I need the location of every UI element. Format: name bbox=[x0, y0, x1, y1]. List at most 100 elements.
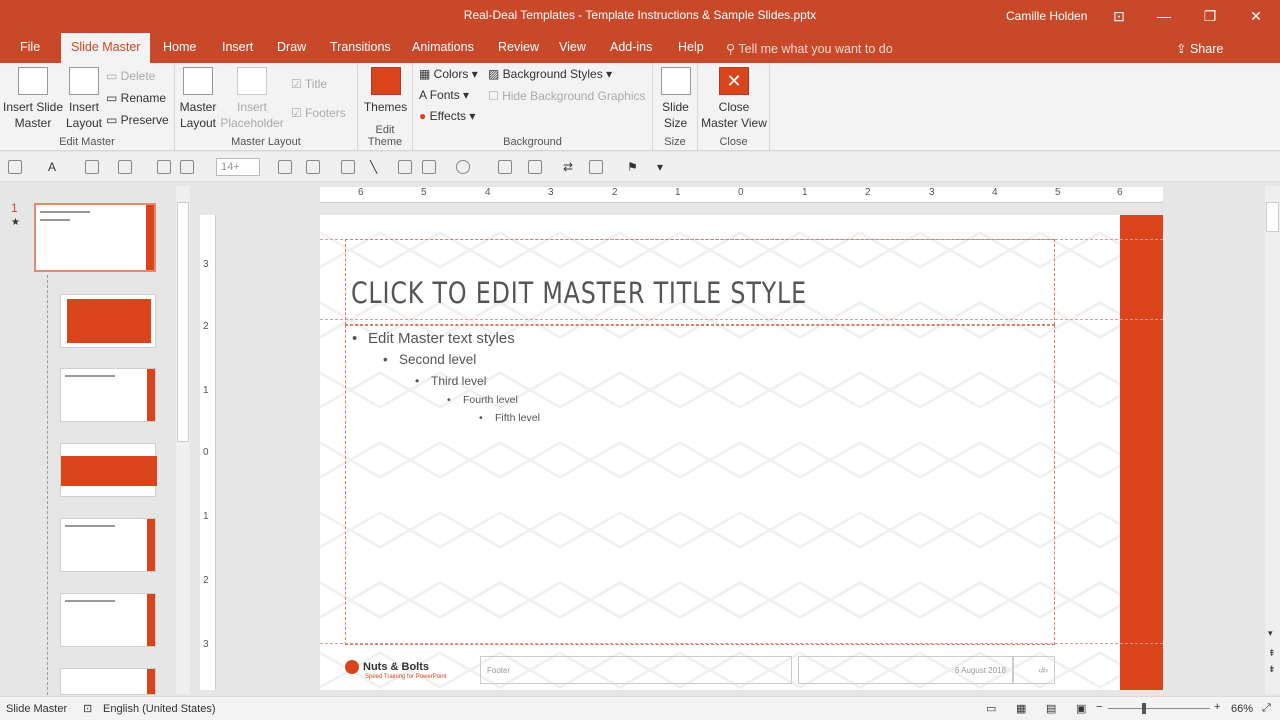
fit-slide-icon[interactable]: ⤢ bbox=[1262, 702, 1271, 715]
tab-draw[interactable]: Draw bbox=[277, 40, 306, 54]
crop-icon[interactable]: ⇄ bbox=[563, 160, 577, 174]
tab-transitions[interactable]: Transitions bbox=[330, 40, 391, 54]
insert-slide-master-button[interactable]: Insert Slide Master bbox=[2, 67, 64, 131]
tab-help[interactable]: Help bbox=[678, 40, 704, 54]
fonts-icon: A bbox=[419, 88, 430, 102]
font-color-icon[interactable]: A bbox=[48, 160, 62, 174]
ruler-label: 1 bbox=[203, 511, 209, 522]
edit-theme-label: Edit Theme bbox=[367, 124, 403, 148]
checkbox-icon: ☑ bbox=[291, 77, 305, 91]
ruler-label: 2 bbox=[203, 321, 209, 332]
zoom-slider[interactable] bbox=[1108, 703, 1210, 714]
prev-slide-icon[interactable]: ⇞ bbox=[1268, 648, 1276, 659]
line-icon[interactable]: ╲ bbox=[370, 160, 384, 174]
table-icon[interactable] bbox=[528, 160, 542, 174]
align-center-icon[interactable] bbox=[306, 160, 320, 174]
font-size-box[interactable]: 14+ bbox=[216, 158, 260, 176]
tab-insert[interactable]: Insert bbox=[222, 40, 253, 54]
close-master-view-button[interactable]: ✕ Close Master View bbox=[700, 67, 768, 131]
user-name[interactable]: Camille Holden bbox=[1006, 9, 1087, 23]
footers-checkbox-label: Footers bbox=[305, 106, 346, 120]
layout-thumbnail-3[interactable] bbox=[60, 443, 157, 497]
slide-sorter-icon[interactable]: ▦ bbox=[1016, 702, 1026, 715]
proofing-icon[interactable]: ⊡ bbox=[83, 702, 92, 715]
colors-dropdown[interactable]: ▦ Colors ▾ bbox=[419, 67, 478, 81]
delete-button[interactable]: ▭ Delete bbox=[106, 69, 155, 83]
share-button[interactable]: ⇪ Share bbox=[1176, 41, 1223, 56]
ruler-label: 1 bbox=[675, 187, 681, 198]
tab-view[interactable]: View bbox=[559, 40, 586, 54]
slide-size-button[interactable]: Slide Size bbox=[655, 67, 696, 131]
outline-icon[interactable] bbox=[118, 160, 132, 174]
layout-thumbnail-5[interactable] bbox=[60, 593, 156, 647]
tab-slide-master[interactable]: Slide Master bbox=[61, 33, 151, 63]
date-placeholder[interactable]: 6 August 2018 bbox=[798, 656, 1013, 684]
format-painter-icon[interactable] bbox=[8, 160, 22, 174]
ribbon-display-icon[interactable]: ⊡ bbox=[1104, 4, 1134, 28]
footer-placeholder[interactable]: Footer bbox=[480, 656, 792, 684]
reading-view-icon[interactable]: ▤ bbox=[1046, 702, 1056, 715]
slide-scrollbar[interactable]: ▾ ⇞ ⇟ bbox=[1265, 186, 1280, 694]
picture-icon[interactable] bbox=[589, 160, 603, 174]
rectangle-icon[interactable] bbox=[341, 160, 355, 174]
footers-checkbox[interactable]: ☑ Footers bbox=[291, 106, 346, 120]
align-left-icon[interactable] bbox=[278, 160, 292, 174]
tab-add-ins[interactable]: Add-ins bbox=[610, 40, 652, 54]
checkbox-icon: ☐ bbox=[488, 89, 503, 103]
close-button[interactable]: ✕ bbox=[1241, 4, 1271, 28]
slide-canvas[interactable]: CLICK TO EDIT MASTER TITLE STYLE Edit Ma… bbox=[320, 215, 1163, 690]
slideshow-icon[interactable]: ▣ bbox=[1076, 702, 1086, 715]
layout-thumbnail-4[interactable] bbox=[60, 518, 156, 572]
minimize-button[interactable]: — bbox=[1149, 4, 1179, 28]
hide-background-checkbox[interactable]: ☐ Hide Background Graphics bbox=[488, 89, 646, 103]
themes-button[interactable]: Themes bbox=[363, 67, 408, 115]
thumbnail-scrollbar[interactable] bbox=[176, 186, 190, 694]
layout-thumbnail-1[interactable] bbox=[60, 294, 156, 348]
slide-number-placeholder[interactable]: ‹#› bbox=[1013, 656, 1055, 684]
master-layout-button[interactable]: Master Layout bbox=[177, 67, 219, 131]
columns-icon[interactable] bbox=[157, 160, 171, 174]
ruler-label: 4 bbox=[992, 187, 998, 198]
scroll-down-icon[interactable]: ▾ bbox=[1268, 628, 1273, 639]
edit-icon[interactable] bbox=[498, 160, 512, 174]
layout-thumbnail-6[interactable] bbox=[60, 668, 156, 695]
tab-review[interactable]: Review bbox=[498, 40, 539, 54]
arrange-icon[interactable] bbox=[180, 160, 194, 174]
fonts-dropdown[interactable]: A Fonts ▾ bbox=[419, 88, 469, 102]
preserve-button[interactable]: ▭ Preserve bbox=[106, 113, 169, 127]
scroll-thumb[interactable] bbox=[1266, 202, 1279, 232]
tab-file[interactable]: File bbox=[20, 40, 40, 54]
restore-button[interactable]: ❐ bbox=[1195, 4, 1225, 28]
insert-placeholder-button[interactable]: Insert Placeholder bbox=[217, 67, 287, 131]
tell-me-search[interactable]: ⚲ Tell me what you want to do bbox=[726, 41, 893, 56]
title-placeholder[interactable]: CLICK TO EDIT MASTER TITLE STYLE bbox=[345, 239, 1055, 325]
next-slide-icon[interactable]: ⇟ bbox=[1268, 664, 1276, 675]
rename-icon: ▭ bbox=[106, 91, 121, 105]
insert-layout-button[interactable]: Insert Layout bbox=[64, 67, 104, 131]
layout-thumbnail-2[interactable] bbox=[60, 368, 156, 422]
oval-icon[interactable] bbox=[456, 160, 470, 174]
tab-animations[interactable]: Animations bbox=[412, 40, 474, 54]
text-level-2: Second level bbox=[383, 352, 476, 367]
content-placeholder[interactable]: Edit Master text styles Second level Thi… bbox=[345, 325, 1055, 645]
background-styles-dropdown[interactable]: ▨ Background Styles ▾ bbox=[488, 67, 612, 81]
effects-dropdown[interactable]: ● Effects ▾ bbox=[419, 109, 475, 123]
shapes-icon[interactable] bbox=[422, 160, 436, 174]
zoom-level[interactable]: 66% bbox=[1231, 703, 1253, 715]
accent-bar bbox=[1120, 215, 1163, 690]
fill-icon[interactable] bbox=[85, 160, 99, 174]
normal-view-icon[interactable]: ▭ bbox=[986, 702, 996, 715]
customize-qat-icon[interactable]: ▾ bbox=[657, 160, 671, 174]
tab-home[interactable]: Home bbox=[163, 40, 196, 54]
status-language[interactable]: English (United States) bbox=[103, 703, 216, 715]
logo-text: Nuts & Bolts bbox=[363, 660, 429, 673]
zoom-in-icon[interactable]: + bbox=[1214, 701, 1220, 713]
ribbon-tabs: File Slide Master Home Insert Draw Trans… bbox=[0, 33, 1280, 63]
animation-icon[interactable]: ⚑ bbox=[627, 160, 641, 174]
rename-button[interactable]: ▭ Rename bbox=[106, 91, 166, 105]
horizontal-ruler: 6 5 4 3 2 1 0 1 2 3 4 5 6 bbox=[320, 187, 1163, 203]
title-checkbox[interactable]: ☑ Title bbox=[291, 77, 327, 91]
textbox-icon[interactable] bbox=[398, 160, 412, 174]
master-thumbnail[interactable] bbox=[34, 203, 156, 272]
zoom-out-icon[interactable]: − bbox=[1096, 701, 1102, 713]
